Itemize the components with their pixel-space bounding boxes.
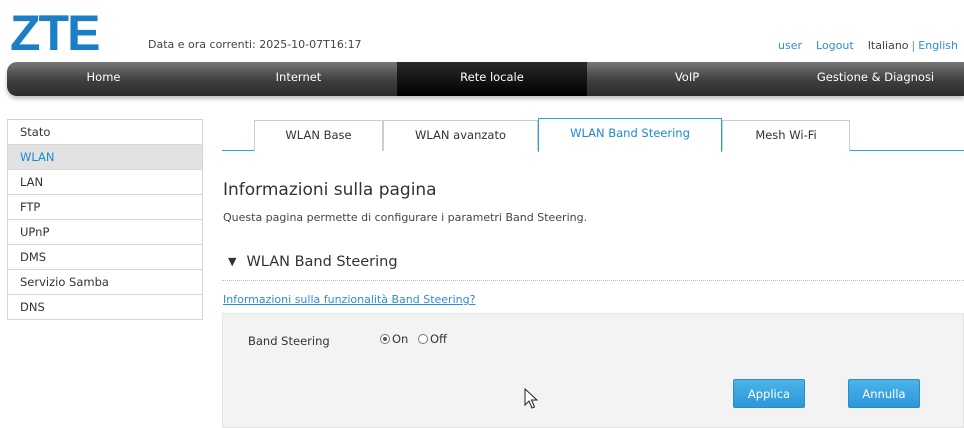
- radio-off[interactable]: [418, 334, 428, 344]
- section-title: WLAN Band Steering: [246, 254, 398, 270]
- language-italiano[interactable]: Italiano: [868, 39, 909, 52]
- current-datetime: Data e ora correnti: 2025-10-07T16:17: [148, 38, 362, 51]
- sidebar-item-servizio-samba[interactable]: Servizio Samba: [7, 270, 203, 295]
- triangle-down-icon: ▼: [228, 255, 237, 268]
- zte-logo: ZTE: [10, 5, 100, 61]
- sidebar-item-dns[interactable]: DNS: [7, 295, 203, 320]
- band-steering-radio-group: On Off: [380, 332, 453, 346]
- language-english[interactable]: English: [918, 39, 958, 52]
- radio-on[interactable]: [380, 334, 390, 344]
- nav-home[interactable]: Home: [7, 62, 200, 96]
- tab-mesh-wifi[interactable]: Mesh Wi-Fi: [722, 120, 850, 151]
- tab-wlan-base[interactable]: WLAN Base: [254, 120, 383, 151]
- settings-panel: [222, 313, 964, 428]
- sidebar-item-stato[interactable]: Stato: [7, 120, 203, 145]
- nav-voip[interactable]: VoIP: [587, 62, 787, 96]
- nav-gestione-diagnosi[interactable]: Gestione & Diagnosi: [787, 62, 964, 96]
- radio-on-option[interactable]: On: [380, 332, 408, 346]
- sidebar-item-ftp[interactable]: FTP: [7, 195, 203, 220]
- main-nav: Home Internet Rete locale VoIP Gestione …: [7, 62, 964, 96]
- band-steering-label: Band Steering: [248, 334, 330, 348]
- sidebar-item-lan[interactable]: LAN: [7, 170, 203, 195]
- tab-wlan-band-steering[interactable]: WLAN Band Steering: [538, 118, 722, 152]
- tab-bar: WLAN Base WLAN avanzato WLAN Band Steeri…: [222, 118, 964, 152]
- radio-off-option[interactable]: Off: [418, 332, 447, 346]
- sidebar-item-wlan[interactable]: WLAN: [7, 145, 203, 170]
- page-description: Questa pagina permette di configurare i …: [223, 211, 588, 224]
- nav-rete-locale[interactable]: Rete locale: [397, 62, 587, 96]
- sidebar: Stato WLAN LAN FTP UPnP DMS Servizio Sam…: [7, 119, 203, 320]
- page-title: Informazioni sulla pagina: [223, 180, 437, 200]
- section-divider: [222, 280, 964, 281]
- band-steering-info-link[interactable]: Informazioni sulla funzionalità Band Ste…: [223, 293, 475, 306]
- language-separator: |: [911, 39, 916, 52]
- sidebar-item-dms[interactable]: DMS: [7, 245, 203, 270]
- user-link[interactable]: user: [778, 39, 802, 52]
- cancel-button[interactable]: Annulla: [848, 379, 920, 408]
- radio-off-label: Off: [430, 332, 447, 346]
- tab-wlan-avanzato[interactable]: WLAN avanzato: [383, 120, 538, 151]
- radio-on-label: On: [392, 332, 409, 346]
- mouse-pointer-icon: [524, 388, 538, 409]
- top-links: user Logout Italiano | English: [778, 39, 958, 52]
- logout-link[interactable]: Logout: [816, 39, 854, 52]
- nav-internet[interactable]: Internet: [200, 62, 397, 96]
- sidebar-item-upnp[interactable]: UPnP: [7, 220, 203, 245]
- section-header[interactable]: ▼ WLAN Band Steering: [228, 254, 398, 270]
- apply-button[interactable]: Applica: [733, 379, 805, 408]
